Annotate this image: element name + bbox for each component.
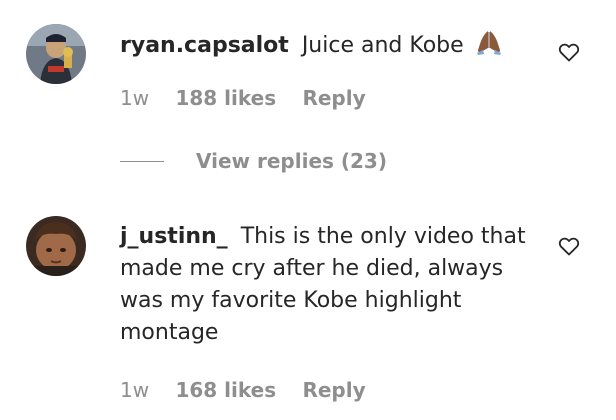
comment-meta: 1w 168 likes Reply	[120, 378, 386, 402]
comment-content: ryan.capsalot Juice and Kobe	[120, 28, 540, 62]
comment-text: Juice and Kobe	[301, 33, 464, 58]
view-replies-button[interactable]: View replies (23)	[120, 148, 387, 174]
comment-content: j_ustinn_ This is the only video that ma…	[120, 221, 540, 349]
view-replies-label: View replies (23)	[196, 149, 387, 173]
comment-username[interactable]: j_ustinn_	[120, 224, 228, 249]
comment-meta: 1w 188 likes Reply	[120, 86, 386, 110]
avatar[interactable]	[26, 24, 86, 84]
like-heart-icon[interactable]	[557, 234, 581, 258]
comment-item: j_ustinn_ This is the only video that ma…	[0, 190, 616, 420]
comment-timestamp[interactable]: 1w	[120, 86, 149, 110]
reply-button[interactable]: Reply	[302, 378, 365, 402]
avatar[interactable]	[26, 216, 86, 276]
folded-hands-icon	[475, 28, 503, 56]
reply-button[interactable]: Reply	[302, 86, 365, 110]
like-heart-icon[interactable]	[557, 40, 581, 64]
avatar-image	[26, 24, 86, 84]
replies-divider	[120, 160, 164, 162]
avatar-image	[26, 216, 86, 276]
comment-likes[interactable]: 188 likes	[175, 86, 276, 110]
comment-item: ryan.capsalot Juice and Kobe 1w 188 like…	[0, 0, 616, 180]
comment-likes[interactable]: 168 likes	[175, 378, 276, 402]
comment-timestamp[interactable]: 1w	[120, 378, 149, 402]
comment-username[interactable]: ryan.capsalot	[120, 33, 289, 58]
